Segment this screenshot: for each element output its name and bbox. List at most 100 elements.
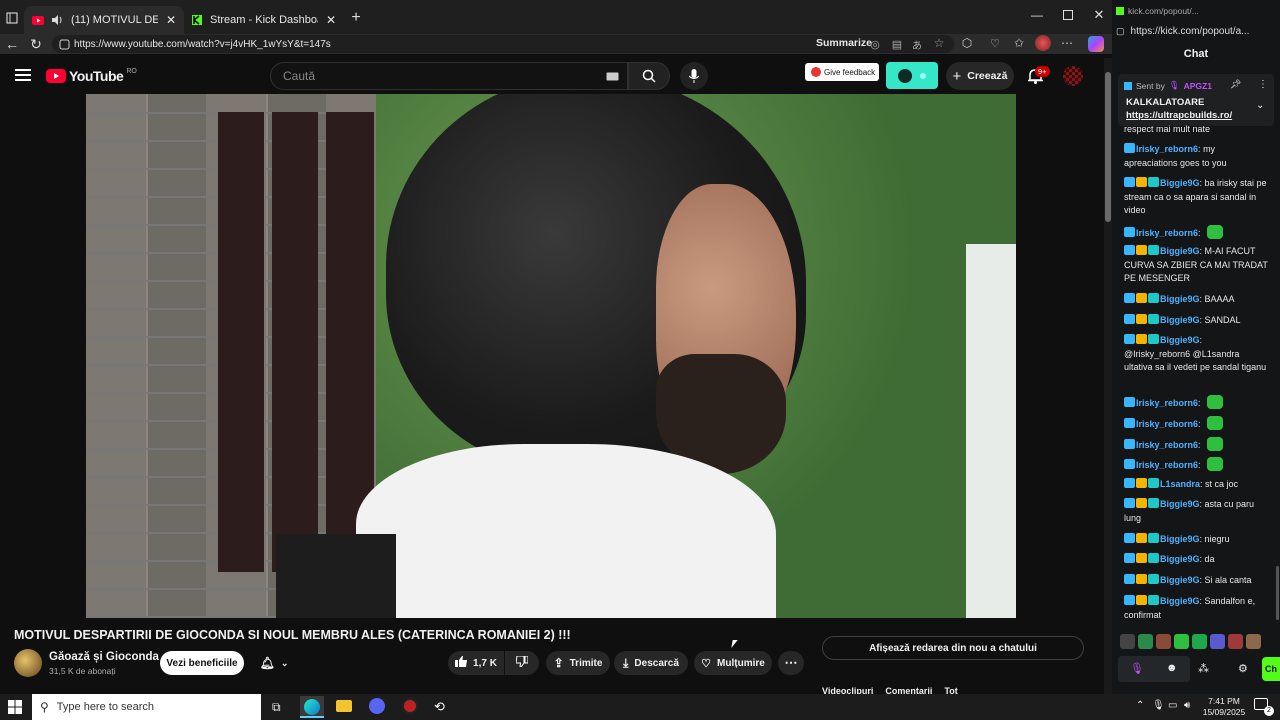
chat-username[interactable]: Biggie9G bbox=[1160, 534, 1200, 544]
video-player[interactable] bbox=[86, 94, 1016, 618]
refresh-icon[interactable]: ↻ bbox=[28, 36, 44, 52]
keyboard-icon[interactable] bbox=[605, 71, 619, 81]
reading-view-icon[interactable]: ▤ bbox=[890, 37, 904, 51]
chat-username[interactable]: Biggie9G bbox=[1160, 178, 1200, 188]
like-button[interactable]: 1,7 K bbox=[448, 651, 504, 675]
account-avatar[interactable] bbox=[1063, 66, 1083, 86]
taskbar-search-box[interactable]: ⚲ Type here to search bbox=[32, 694, 261, 720]
chat-username[interactable]: Biggie9G bbox=[1160, 575, 1200, 585]
maximize-icon[interactable] bbox=[1062, 9, 1074, 21]
close-tab-icon[interactable]: ✕ bbox=[166, 13, 176, 27]
edge-taskbar-icon[interactable] bbox=[300, 696, 324, 718]
back-icon[interactable]: ← bbox=[4, 36, 20, 52]
emote-icon[interactable] bbox=[1210, 634, 1225, 649]
download-button[interactable]: ⤓ Descarcă bbox=[614, 651, 688, 675]
favorite-icon[interactable]: ☆ bbox=[932, 36, 946, 50]
pinned-collapse-icon[interactable]: ⌄ bbox=[1256, 100, 1264, 111]
chat-username[interactable]: Irisky_reborn6 bbox=[1136, 440, 1198, 450]
discord-like-app-icon[interactable] bbox=[369, 698, 385, 714]
channel-name[interactable]: Găoază și Gioconda bbox=[49, 651, 159, 663]
settings-gear-icon[interactable]: ⚙︎ bbox=[1238, 662, 1248, 675]
chip-comments[interactable]: Comentarii bbox=[885, 686, 932, 694]
channel-avatar[interactable] bbox=[14, 649, 42, 677]
show-hidden-icons-icon[interactable]: ⌃ bbox=[1136, 700, 1144, 711]
chat-username[interactable]: Irisky_reborn6 bbox=[1136, 398, 1198, 408]
favorites-icon[interactable]: ✩ bbox=[1012, 36, 1026, 50]
mic-tray-icon[interactable]: 🎙︎ bbox=[1152, 700, 1165, 711]
task-view-icon[interactable]: ⧉ bbox=[272, 700, 281, 715]
profile-avatar[interactable] bbox=[1035, 35, 1051, 51]
emote-icon[interactable] bbox=[1228, 634, 1243, 649]
site-info-icon[interactable]: ▢ bbox=[1116, 26, 1125, 37]
youtube-logo[interactable]: YouTube RO bbox=[46, 68, 137, 84]
points-icon[interactable]: ⁂ bbox=[1198, 662, 1209, 675]
create-button[interactable]: + Creează bbox=[946, 62, 1014, 90]
chat-username[interactable]: Biggie9G bbox=[1160, 499, 1200, 509]
show-chat-replay-button[interactable]: Afișează redarea din nou a chatului bbox=[822, 636, 1084, 660]
chat-input[interactable] bbox=[1118, 656, 1190, 682]
extension-icon[interactable]: ◎ bbox=[868, 37, 882, 51]
give-feedback-button[interactable]: Give feedback bbox=[805, 63, 879, 81]
pinned-more-icon[interactable]: ⋮ bbox=[1258, 79, 1268, 90]
chat-username[interactable]: Irisky_reborn6 bbox=[1136, 419, 1198, 429]
chat-username[interactable]: Biggie9G bbox=[1160, 315, 1200, 325]
close-window-icon[interactable]: ✕ bbox=[1092, 7, 1106, 22]
emote-icon[interactable] bbox=[1174, 634, 1189, 649]
chat-username[interactable]: Biggie9G bbox=[1160, 554, 1200, 564]
search-button[interactable] bbox=[628, 62, 670, 90]
pin-icon[interactable]: 📌︎ bbox=[1230, 79, 1241, 90]
more-menu-icon[interactable]: ⋯ bbox=[1060, 36, 1074, 50]
notification-dropdown-button[interactable]: 🔔︎ ⌄ bbox=[250, 651, 298, 675]
network-tray-icon[interactable]: ▭ bbox=[1168, 700, 1177, 711]
copilot-icon[interactable] bbox=[1088, 36, 1104, 52]
close-tab-icon[interactable]: ✕ bbox=[326, 13, 336, 27]
clock-time[interactable]: 7:41 PM bbox=[1206, 696, 1242, 706]
kick-app-icon[interactable]: ⟲ bbox=[434, 699, 445, 715]
emoji-picker-icon[interactable]: ☻ bbox=[1166, 662, 1178, 674]
hamburger-menu-icon[interactable] bbox=[14, 67, 32, 83]
search-input[interactable]: Caută bbox=[270, 62, 628, 90]
obs-app-icon[interactable] bbox=[402, 698, 418, 714]
kick-extension-badge[interactable] bbox=[886, 62, 938, 89]
pinned-link[interactable]: https://ultrapcbuilds.ro/ bbox=[1126, 110, 1232, 121]
chip-all[interactable]: Tot bbox=[944, 686, 957, 694]
dislike-button[interactable] bbox=[505, 651, 539, 675]
join-benefits-button[interactable]: Vezi beneficiile bbox=[160, 651, 244, 675]
emote-icon[interactable] bbox=[1246, 634, 1261, 649]
emote-icon[interactable] bbox=[1138, 634, 1153, 649]
share-button[interactable]: ⇪ Trimite bbox=[546, 651, 610, 675]
site-info-icon[interactable] bbox=[58, 38, 70, 50]
start-button-icon[interactable] bbox=[8, 700, 22, 714]
file-explorer-icon[interactable] bbox=[336, 700, 352, 712]
scroll-thumb[interactable] bbox=[1105, 72, 1111, 222]
chat-username[interactable]: Irisky_reborn6 bbox=[1136, 144, 1198, 154]
thanks-button[interactable]: ♡ Mulțumire bbox=[694, 651, 772, 675]
chat-username[interactable]: Biggie9G bbox=[1160, 596, 1200, 606]
tab-actions-icon[interactable] bbox=[4, 10, 20, 26]
emote-icon[interactable] bbox=[1192, 634, 1207, 649]
extensions-icon[interactable]: ⬡ bbox=[960, 36, 974, 50]
tab-youtube[interactable]: (11) MOTIVUL DESPARTIRII DE GIOCONDA SI … bbox=[24, 6, 184, 34]
chat-scrollbar-thumb[interactable] bbox=[1276, 566, 1279, 620]
page-scrollbar[interactable] bbox=[1104, 58, 1112, 694]
chat-username[interactable]: Irisky_reborn6 bbox=[1136, 460, 1198, 470]
chat-username[interactable]: Biggie9G bbox=[1160, 335, 1200, 345]
browser-essentials-icon[interactable]: ♡ bbox=[988, 36, 1002, 50]
chat-username[interactable]: L1sandra bbox=[1160, 479, 1200, 489]
more-actions-button[interactable]: ⋯ bbox=[778, 651, 804, 675]
kick-url-bar[interactable]: ▢ https://kick.com/popout/a... bbox=[1116, 22, 1280, 40]
chat-username[interactable]: Irisky_reborn6 bbox=[1136, 228, 1198, 238]
voice-search-icon[interactable] bbox=[680, 62, 708, 90]
clock-date[interactable]: 15/09/2025 bbox=[1200, 707, 1248, 717]
minimize-icon[interactable]: — bbox=[1030, 8, 1044, 22]
chat-username[interactable]: Biggie9G bbox=[1160, 294, 1200, 304]
tab-kick-dashboard[interactable]: Stream - Kick Dashboard ✕ bbox=[184, 6, 344, 34]
send-chat-button[interactable]: Ch bbox=[1262, 657, 1280, 681]
chat-username[interactable]: Biggie9G bbox=[1160, 246, 1200, 256]
emote-icon[interactable] bbox=[1156, 634, 1171, 649]
speaker-icon[interactable] bbox=[52, 15, 63, 25]
translate-icon[interactable]: あ bbox=[910, 37, 924, 52]
summarize-button[interactable]: Summarize bbox=[816, 37, 872, 49]
emote-icon[interactable] bbox=[1120, 634, 1135, 649]
chip-videos[interactable]: Videoclipuri bbox=[822, 686, 873, 694]
